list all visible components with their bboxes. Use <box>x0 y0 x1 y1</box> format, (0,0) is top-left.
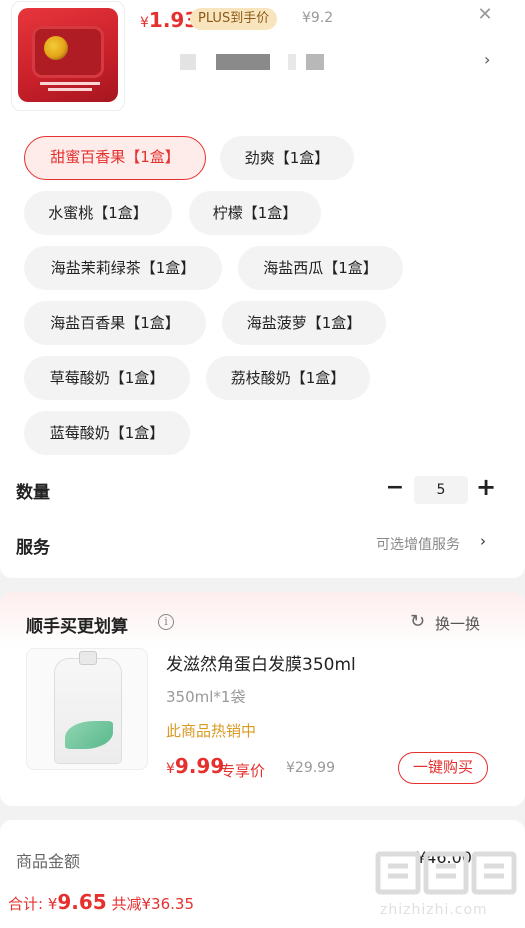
original-price: ¥9.2 <box>302 10 334 26</box>
option-chip[interactable]: 柠檬【1盒】 <box>189 191 321 235</box>
option-chip[interactable]: 荔枝酸奶【1盒】 <box>206 356 370 400</box>
product-header: ¥1.93 PLUS到手价 ¥9.2 ✕ › <box>0 0 525 118</box>
option-chip[interactable]: 海盐茉莉绿茶【1盒】 <box>24 246 222 290</box>
chevron-right-icon[interactable]: › <box>484 50 490 69</box>
watermark-url: zhizhizhi.com <box>380 902 488 918</box>
option-chip[interactable]: 海盐百香果【1盒】 <box>24 301 206 345</box>
addon-original-price: ¥29.99 <box>286 760 335 776</box>
chevron-right-icon[interactable]: › <box>480 532 486 550</box>
addon-title: 顺手买更划算 <box>26 617 128 637</box>
option-chip[interactable]: 劲爽【1盒】 <box>220 136 354 180</box>
product-box-image <box>18 8 118 102</box>
total-prefix: 合计: <box>8 895 48 913</box>
info-icon[interactable]: i <box>158 614 174 630</box>
quantity-minus-button[interactable]: − <box>384 475 406 503</box>
quantity-label: 数量 <box>16 483 50 503</box>
addon-price-symbol: ¥ <box>166 761 175 777</box>
one-click-buy-button[interactable]: 一键购买 <box>398 752 488 784</box>
option-chip[interactable]: 甜蜜百香果【1盒】 <box>24 136 206 180</box>
hair-mask-pouch-graphic <box>55 651 121 763</box>
redacted-text <box>180 54 196 70</box>
addon-hot-label: 此商品热销中 <box>166 722 257 740</box>
total-discount: 共减¥36.35 <box>106 895 195 913</box>
total-price: 合计: ¥9.65 共减¥36.35 <box>8 890 194 914</box>
redacted-text <box>288 54 296 70</box>
refresh-icon[interactable]: ↻ <box>410 612 425 632</box>
plus-price-badge: PLUS到手价 <box>190 8 278 30</box>
service-label: 服务 <box>16 538 50 558</box>
close-icon[interactable]: ✕ <box>474 4 496 26</box>
option-chip[interactable]: 蓝莓酸奶【1盒】 <box>24 411 190 455</box>
quantity-plus-button[interactable]: + <box>474 473 498 503</box>
addon-price: ¥9.99 <box>166 754 224 778</box>
watermark-logo <box>375 851 517 895</box>
redacted-text <box>306 54 324 70</box>
spec-options-card: 甜蜜百香果【1盒】 劲爽【1盒】 水蜜桃【1盒】 柠檬【1盒】 海盐茉莉绿茶【1… <box>0 118 525 578</box>
option-chip[interactable]: 草莓酸奶【1盒】 <box>24 356 190 400</box>
quantity-input[interactable]: 5 <box>414 476 468 504</box>
amount-label: 商品金额 <box>16 852 81 871</box>
addon-product-name[interactable]: 发滋然角蛋白发膜350ml <box>166 650 356 675</box>
service-hint[interactable]: 可选增值服务 <box>376 534 460 554</box>
price-symbol: ¥ <box>140 15 149 31</box>
refresh-button[interactable]: 换一换 <box>435 613 480 634</box>
total-value: 9.65 <box>57 890 107 914</box>
exclusive-price-label: 专享价 <box>220 762 266 780</box>
option-chip[interactable]: 海盐西瓜【1盒】 <box>238 246 403 290</box>
option-chip[interactable]: 海盐菠萝【1盒】 <box>222 301 386 345</box>
addon-price-value: 9.99 <box>174 754 225 778</box>
product-thumbnail[interactable] <box>12 2 124 110</box>
addon-card: 顺手买更划算 i ↻ 换一换 发滋然角蛋白发膜350ml 350ml*1袋 此商… <box>0 592 525 806</box>
passion-fruit-graphic <box>44 36 68 60</box>
total-symbol: ¥ <box>47 895 58 913</box>
redacted-text <box>216 54 270 70</box>
addon-product-image[interactable] <box>26 648 148 770</box>
option-chip[interactable]: 水蜜桃【1盒】 <box>24 191 172 235</box>
addon-product-spec: 350ml*1袋 <box>166 688 246 706</box>
